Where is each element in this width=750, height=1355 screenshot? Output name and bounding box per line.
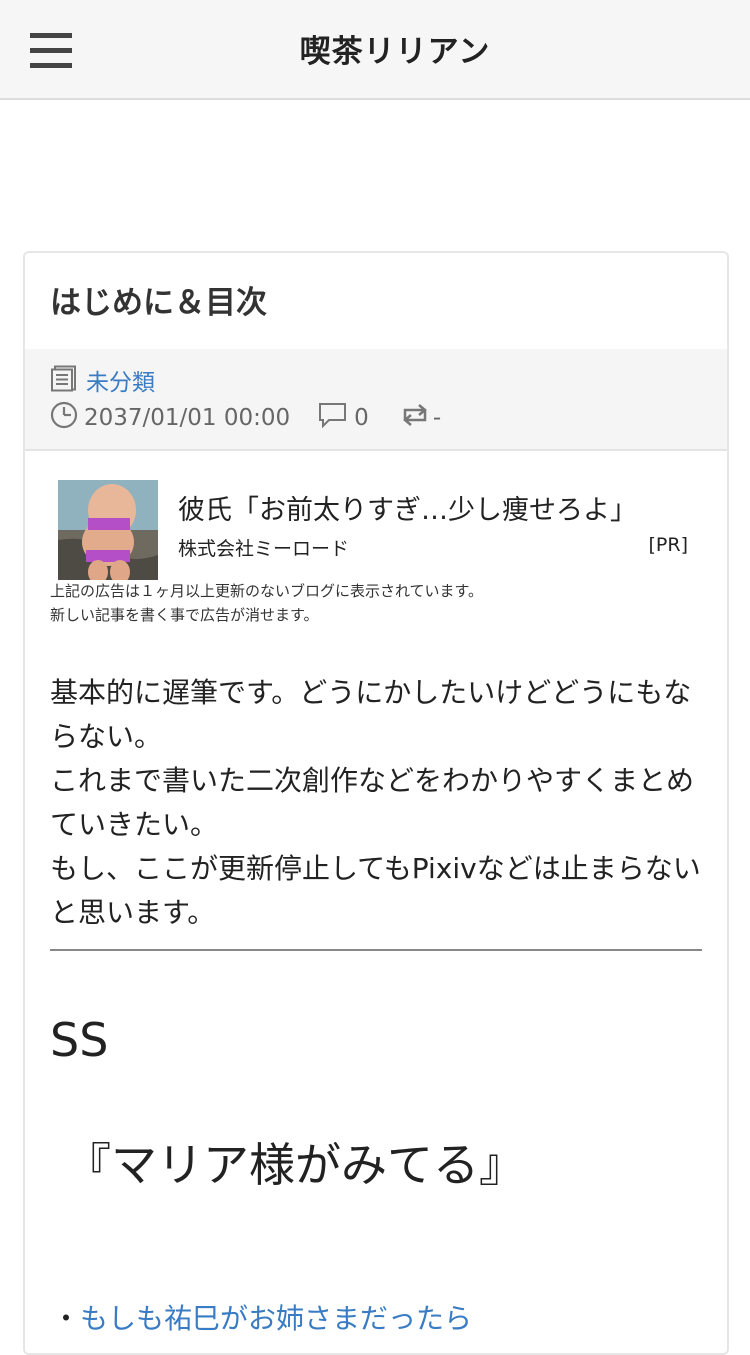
post-body: 基本的に遅筆です。どうにかしたいけどどうにもならない。 これまで書いた二次創作な… [50,671,710,935]
ad-title-link[interactable]: 彼氏「お前太りすぎ…少し痩せろよ」 [178,488,637,527]
horizontal-rule [50,949,702,951]
list-bullet: ・ [52,1302,81,1335]
body-paragraph: 基本的に遅筆です。どうにかしたいけどどうにもならない。 [50,676,692,753]
trackback-link[interactable]: - [399,401,441,435]
site-title[interactable]: 喫茶リリアン [0,26,750,71]
trackback-count: - [432,405,442,431]
ad-sponsor: 株式会社ミーロード [178,538,350,560]
post-title: はじめに＆目次 [50,285,267,321]
body-paragraph: これまで書いた二次創作などをわかりやすくまとめていきたい。 [50,764,695,841]
body-paragraph: もし、ここが更新停止してもPixivなどは止まらないと思います。 [50,852,701,929]
ad-block: 彼氏「お前太りすぎ…少し痩せろよ」 株式会社ミーロード [PR] 上記の広告は１… [50,478,705,628]
series-heading: 『マリア様がみてる』 [65,1138,525,1192]
comment-count-link[interactable]: 0 [318,401,369,435]
section-heading: SS [50,1013,109,1067]
post-date: 2037/01/01 00:00 [50,401,290,435]
comment-count: 0 [354,405,369,431]
ad-thumbnail-image[interactable] [58,480,158,580]
ad-note-line2: 新しい記事を書く事で広告が消せます。 [50,606,319,624]
list-item: ・もしも祐巳がお姉さまだったら [52,1297,472,1337]
document-icon [50,364,78,396]
article-card: はじめに＆目次 未分類 2037/01/01 00:00 0 - 彼氏「お前太り… [23,251,729,1355]
app-header: 喫茶リリアン [0,0,750,100]
trackback-icon [399,401,431,435]
ad-note-line1: 上記の広告は１ヶ月以上更新のないブログに表示されています。 [50,582,484,600]
post-meta: 未分類 2037/01/01 00:00 0 - [25,349,727,451]
comment-icon [318,401,348,435]
post-datetime: 2037/01/01 00:00 [84,405,291,431]
ad-pr-label: [PR] [648,534,688,556]
clock-icon [50,401,78,435]
story-link[interactable]: もしも祐巳がお姉さまだったら [80,1302,472,1335]
category-link[interactable]: 未分類 [86,363,155,397]
